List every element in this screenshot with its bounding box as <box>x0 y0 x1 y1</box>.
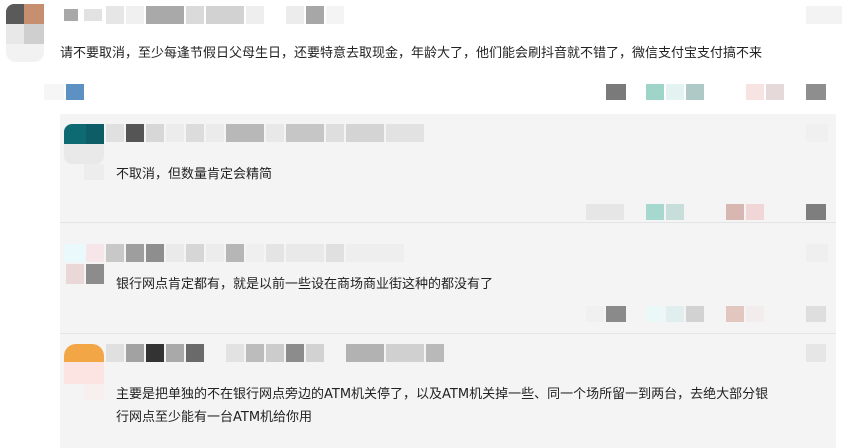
more-icon[interactable] <box>806 306 826 322</box>
like-icon[interactable] <box>726 306 744 322</box>
more-icon[interactable] <box>806 204 826 220</box>
reply-text: 不取消，但数量肯定会精简 <box>116 167 273 182</box>
share-icon[interactable] <box>646 84 664 100</box>
avatar[interactable] <box>64 344 104 362</box>
like-icon[interactable] <box>726 204 744 220</box>
more-icon[interactable] <box>806 84 826 100</box>
reply-text: 银行网点肯定都有，就是以前一些设在商场商业街这种的都没有了 <box>116 277 494 292</box>
share-icon[interactable] <box>646 204 664 220</box>
reply-text-line1: 主要是把单独的不在银行网点旁边的ATM机关停了，以及ATM机关掉一些、同一个场所… <box>116 387 769 402</box>
share-icon[interactable] <box>646 306 664 322</box>
reply-icon[interactable] <box>606 306 626 322</box>
reply-text-line2: 行网点至少能有一台ATM机给你用 <box>116 410 313 425</box>
like-icon[interactable] <box>746 84 764 100</box>
time-icon <box>66 84 84 100</box>
comment-text: 请不要取消，至少每逢节假日父母生日，还要特意去取现金，年龄大了，他们能会刷抖音就… <box>60 46 763 61</box>
avatar[interactable] <box>64 124 86 144</box>
avatar[interactable] <box>64 244 86 262</box>
reply-icon[interactable] <box>606 84 626 100</box>
